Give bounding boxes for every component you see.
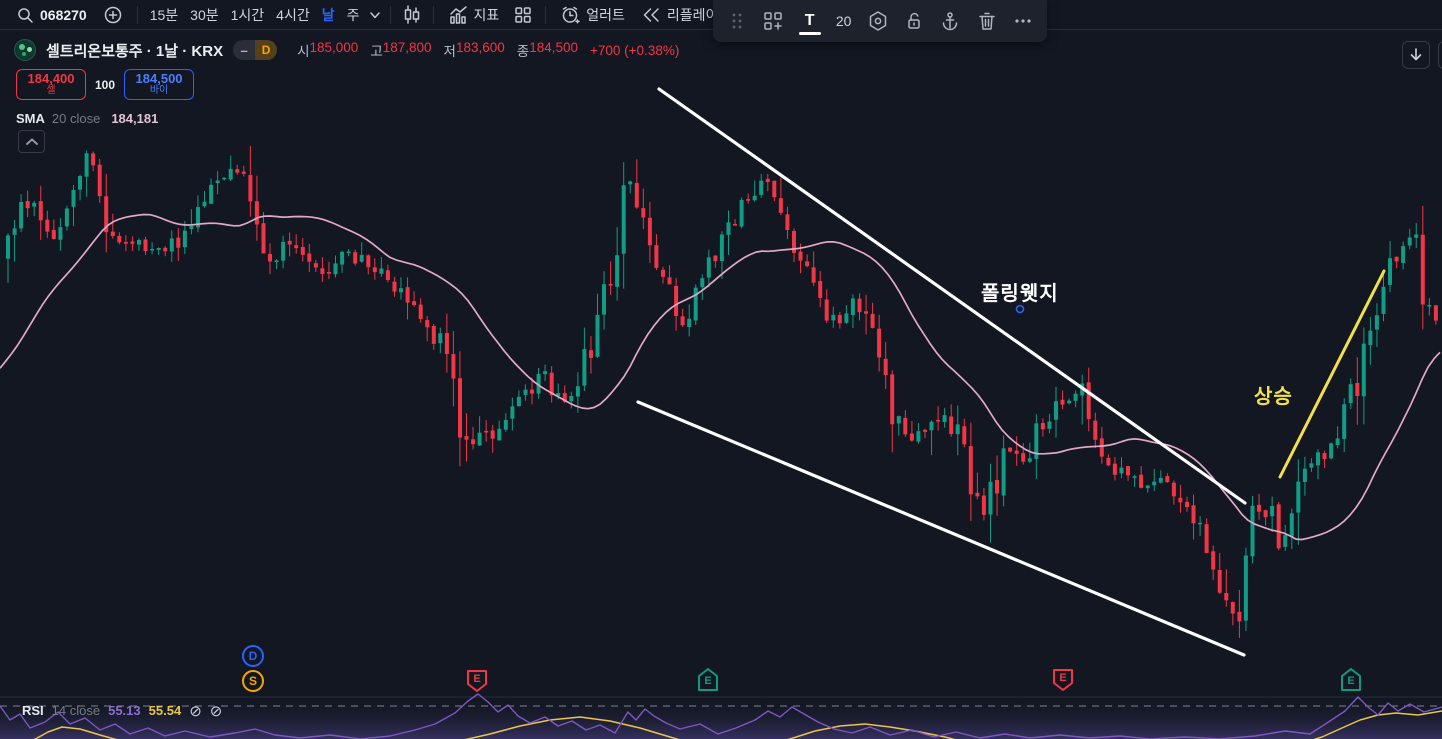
- indicators-icon: [448, 5, 468, 25]
- symbol-search[interactable]: 068270: [8, 2, 95, 28]
- interval-toggle-pill[interactable]: – D: [233, 40, 278, 60]
- marker-earnings-down[interactable]: E: [1052, 668, 1074, 692]
- lock-open-icon[interactable]: [900, 7, 928, 35]
- timeframe-4h[interactable]: 4시간: [270, 5, 316, 25]
- replay-label: 리플레이: [666, 6, 719, 23]
- sma-line: [0, 213, 1441, 541]
- candle-style-icon[interactable]: [397, 2, 427, 28]
- rsi-ma-hide-icon[interactable]: ⊘: [210, 704, 223, 719]
- drag-handle-icon[interactable]: [723, 7, 751, 35]
- toolbar-divider: [545, 5, 547, 24]
- rise-text-annotation[interactable]: 상승: [1254, 380, 1293, 409]
- rsi-ma-value: 55.54: [148, 703, 182, 718]
- falling-wedge-text-annotation[interactable]: 폴링웻지: [981, 277, 1059, 306]
- toolbar-divider: [136, 5, 138, 24]
- rsi-indicator-legend[interactable]: RSI 14 close 55.13 55.54 ⊘ ⊘: [22, 703, 223, 719]
- chevron-down-icon[interactable]: [368, 8, 382, 22]
- wedge-upper-trendline: [657, 87, 1247, 505]
- rsi-params: 14 close: [51, 703, 101, 718]
- search-icon: [16, 6, 34, 24]
- timeframe-1h[interactable]: 1시간: [225, 5, 271, 25]
- symbol-legend: 셀트리온보통주 · 1날 · KRX – D 시 185,000 고 187,800…: [14, 39, 679, 61]
- replay-rewind-icon: [641, 5, 661, 25]
- buy-label: 바이: [149, 85, 169, 97]
- settings-hexagon-icon[interactable]: [864, 7, 892, 35]
- rsi-name: RSI: [22, 703, 44, 718]
- timeframe-30m[interactable]: 30분: [184, 5, 224, 25]
- alert-clock-icon: [560, 5, 581, 25]
- price-change: +700 (+0.38%): [590, 42, 680, 58]
- indicators-button[interactable]: 지표: [440, 2, 508, 28]
- svg-text:E: E: [1347, 675, 1354, 687]
- toolbar-divider: [389, 5, 391, 24]
- sell-button[interactable]: 184,400 셀: [16, 69, 86, 100]
- svg-text:E: E: [704, 675, 711, 687]
- layout-grid-icon[interactable]: [507, 2, 539, 28]
- active-indicator: [798, 32, 821, 35]
- stat-open: 시 185,000: [297, 40, 359, 59]
- timeframe-1w[interactable]: 주: [341, 5, 366, 25]
- ohlc-stats: 시 185,000 고 187,800 저 183,600 종 184,500 +700…: [297, 40, 679, 60]
- buy-button[interactable]: 184,500 바이: [124, 69, 195, 100]
- symbol-code: 068270: [40, 6, 87, 23]
- more-options-icon[interactable]: [1009, 7, 1037, 35]
- quantity-value[interactable]: 100: [95, 78, 115, 92]
- sma-value: 184,181: [111, 111, 159, 126]
- stat-high: 고 187,800: [370, 40, 432, 59]
- candles: [6, 146, 1438, 638]
- indicators-label: 지표: [473, 6, 500, 23]
- marker-split[interactable]: S: [242, 670, 264, 692]
- chevron-up-icon: [25, 137, 38, 145]
- candlestick-chart-canvas[interactable]: [0, 30, 1442, 739]
- floating-drawing-toolbar: T 20: [713, 0, 1047, 42]
- trade-panel: 184,400 셀 100 184,500 바이: [16, 69, 195, 100]
- arrow-down-icon: [1410, 48, 1422, 61]
- text-tool-active[interactable]: T: [796, 4, 824, 38]
- sma-name: SMA: [16, 111, 45, 126]
- marker-earnings-up[interactable]: E: [697, 668, 719, 692]
- alert-button[interactable]: 얼러트: [552, 2, 633, 28]
- trash-icon[interactable]: [973, 7, 1001, 35]
- plus-circle-icon: [103, 5, 123, 25]
- stat-close: 종 184,500: [516, 40, 579, 59]
- alert-label: 얼러트: [586, 6, 625, 23]
- sell-label: 셀: [46, 85, 56, 97]
- sma-params: 20 close: [51, 111, 101, 126]
- symbol-title[interactable]: 셀트리온보통주 · 1날 · KRX: [46, 40, 223, 61]
- stat-low: 저 183,600: [443, 40, 505, 59]
- marker-earnings-up[interactable]: E: [1340, 668, 1362, 692]
- font-size-value[interactable]: 20: [832, 13, 856, 29]
- timeframe-15m[interactable]: 15분: [144, 5, 184, 25]
- toolbar-divider: [432, 5, 434, 24]
- celltrion-logo-icon: [14, 39, 36, 61]
- edge-clipped-button[interactable]: [1438, 41, 1442, 69]
- svg-text:E: E: [473, 673, 480, 685]
- anchor-icon[interactable]: [936, 7, 964, 35]
- minus-toggle[interactable]: –: [233, 43, 255, 58]
- compare-add-button[interactable]: [95, 2, 131, 28]
- scroll-to-recent-button[interactable]: [1402, 41, 1430, 69]
- marker-dividend[interactable]: D: [242, 645, 264, 667]
- interval-badge[interactable]: D: [255, 40, 278, 60]
- rsi-value: 55.13: [108, 703, 141, 718]
- sma-indicator-legend[interactable]: SMA 20 close 184,181: [16, 111, 158, 126]
- add-template-icon[interactable]: [759, 7, 787, 35]
- text-anchor-handle: [1015, 304, 1025, 314]
- legend-collapse-button[interactable]: [18, 130, 45, 153]
- rsi-hide-icon[interactable]: ⊘: [189, 704, 202, 719]
- marker-earnings-down[interactable]: E: [466, 669, 488, 693]
- timeframe-1d[interactable]: 날: [316, 5, 341, 25]
- svg-text:E: E: [1059, 672, 1066, 684]
